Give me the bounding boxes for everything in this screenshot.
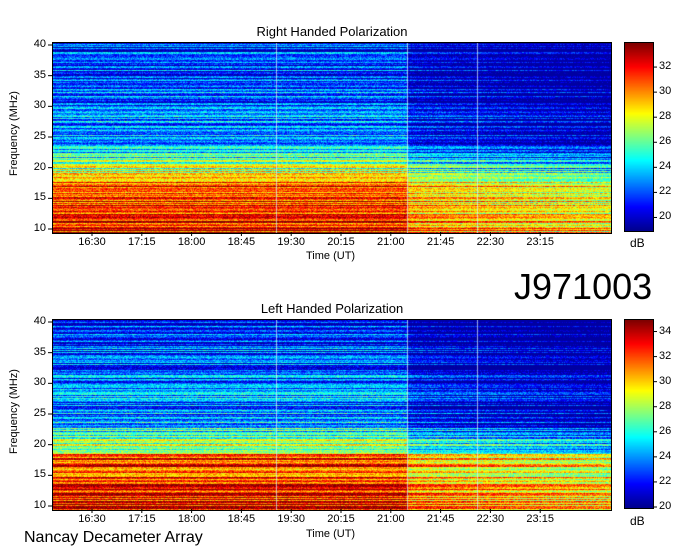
footer-label: Nancay Decameter Array	[24, 529, 203, 546]
colorbar-tick-label: 24	[659, 449, 672, 462]
colorbar-tick-label: 28	[659, 399, 672, 412]
y-tick-label: 20	[33, 437, 46, 450]
colorbar-tick-label: 32	[659, 60, 672, 73]
y-tick-label: 25	[33, 407, 46, 419]
colorbar-left-gradient	[625, 320, 653, 508]
colorbar-left	[624, 319, 654, 509]
y-axis-label-left: Frequency (MHz)	[8, 369, 20, 454]
y-tick-label: 25	[33, 130, 46, 142]
y-tick-label: 15	[33, 468, 46, 481]
y-tick-label: 10	[33, 499, 46, 511]
colorbar-tick-label: 30	[659, 374, 672, 387]
x-tick-label: 21:45	[426, 513, 455, 525]
y-tick-label: 15	[33, 191, 46, 204]
y-tick-label: 35	[33, 345, 46, 358]
colorbar-tick-label: 26	[659, 424, 672, 437]
x-tick-label: 20:15	[327, 513, 355, 525]
y-axis-label-right: Frequency (MHz)	[8, 91, 20, 176]
colorbar-tick-label: 20	[659, 210, 672, 223]
colorbar-tick-label: 22	[659, 185, 672, 198]
spectrogram-right	[52, 42, 612, 234]
x-axis-label-right: Time (UT)	[306, 250, 356, 262]
colorbar-tick-label: 24	[659, 160, 672, 173]
y-tick-label: 30	[33, 376, 46, 389]
colorbar-right-unit: dB	[630, 236, 645, 250]
colorbar-tick-label: 22	[659, 474, 672, 487]
colorbar-left-unit: dB	[630, 514, 645, 528]
colorbar-right	[624, 42, 654, 232]
y-tick-label: 20	[33, 160, 46, 173]
x-tick-label: 16:30	[78, 236, 106, 248]
x-tick-label: 21:45	[426, 236, 455, 248]
x-tick-label: 21:00	[377, 513, 405, 525]
colorbar-tick-label: 30	[659, 85, 672, 98]
spectrogram-right-image	[53, 43, 611, 233]
colorbar-right-gradient	[625, 43, 653, 231]
x-tick-label: 23:15	[526, 513, 554, 525]
x-tick-label: 17:15	[128, 236, 156, 248]
y-tick-label: 40	[33, 315, 46, 327]
x-tick-label: 21:00	[377, 236, 405, 248]
x-tick-label: 18:45	[227, 513, 256, 525]
colorbar-tick-label: 28	[659, 110, 672, 123]
x-tick-label: 19:30	[277, 513, 305, 525]
x-tick-label: 17:15	[128, 513, 156, 525]
x-tick-label: 19:30	[277, 236, 305, 248]
y-tick-label: 10	[33, 222, 46, 234]
y-tick-label: 30	[33, 99, 46, 112]
x-axis-label-left: Time (UT)	[306, 528, 356, 540]
x-tick-label: 22:30	[476, 513, 505, 525]
chart-title-left: Left Handed Polarization	[260, 301, 404, 316]
x-tick-label: 18:00	[177, 236, 206, 248]
y-tick-label: 35	[33, 68, 46, 81]
x-tick-label: 22:30	[476, 236, 505, 248]
x-tick-label: 23:15	[526, 236, 554, 248]
colorbar-tick-label: 34	[659, 324, 672, 337]
x-tick-label: 18:00	[177, 513, 206, 525]
x-tick-label: 18:45	[227, 236, 256, 248]
colorbar-tick-label: 32	[659, 349, 672, 362]
colorbar-tick-label: 20	[659, 500, 672, 512]
spectrogram-left	[52, 319, 612, 511]
x-tick-label: 16:30	[78, 513, 106, 525]
colorbar-tick-label: 26	[659, 135, 672, 148]
chart-title-right: Right Handed Polarization	[256, 24, 408, 39]
spectrogram-left-image	[53, 320, 611, 510]
y-tick-label: 40	[33, 38, 46, 50]
x-tick-label: 20:15	[327, 236, 355, 248]
